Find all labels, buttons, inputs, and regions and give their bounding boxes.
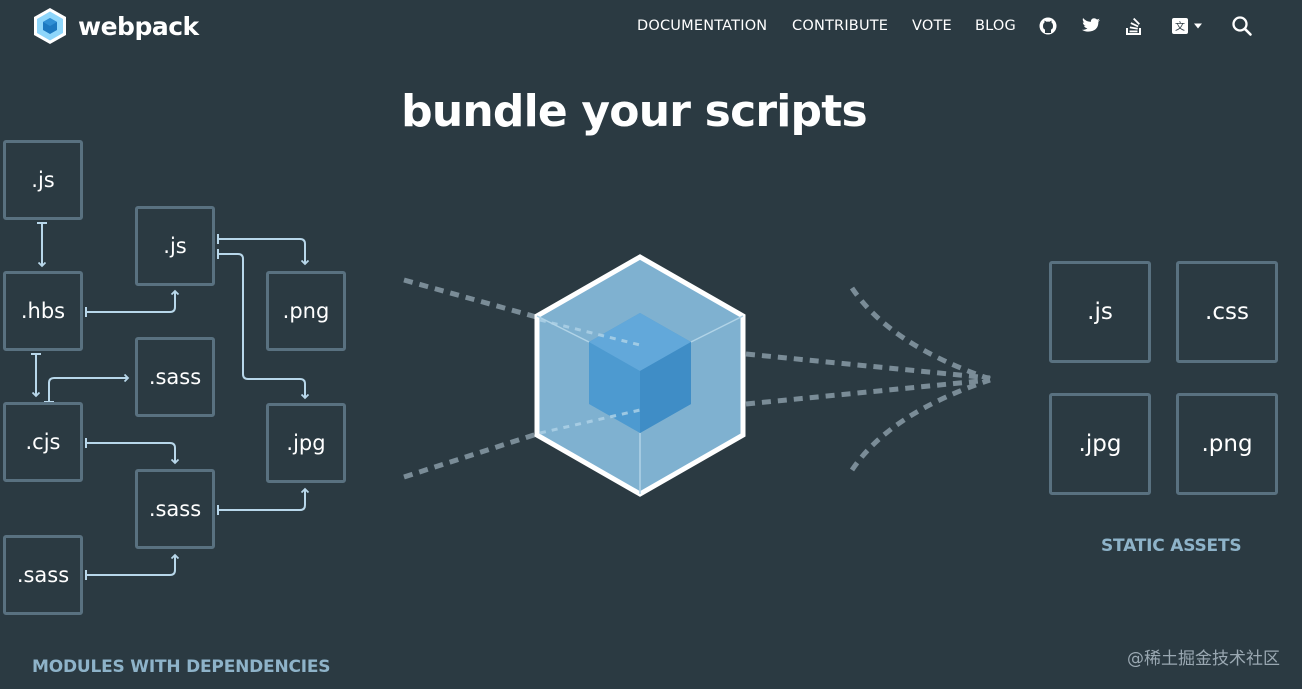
webpack-cube [534, 254, 746, 497]
module-box-png: .png [266, 271, 346, 351]
input-dashed-lines [403, 277, 541, 480]
module-box-sass-3: .sass [135, 469, 215, 549]
assets-caption: STATIC ASSETS [1101, 536, 1242, 556]
watermark: @稀土掘金技术社区 [1127, 649, 1280, 669]
output-dashed-lines [745, 286, 991, 472]
module-box-hbs: .hbs [3, 271, 83, 351]
asset-box-css: .css [1176, 261, 1278, 363]
module-box-cjs: .cjs [3, 402, 83, 482]
module-box-js: .js [3, 140, 83, 220]
asset-box-jpg: .jpg [1049, 393, 1151, 495]
asset-box-js: .js [1049, 261, 1151, 363]
asset-box-png: .png [1176, 393, 1278, 495]
module-box-sass: .sass [3, 535, 83, 615]
module-box-js-2: .js [135, 206, 215, 286]
module-box-sass-2: .sass [135, 337, 215, 417]
module-box-jpg: .jpg [266, 403, 346, 483]
modules-caption: MODULES WITH DEPENDENCIES [32, 657, 331, 677]
